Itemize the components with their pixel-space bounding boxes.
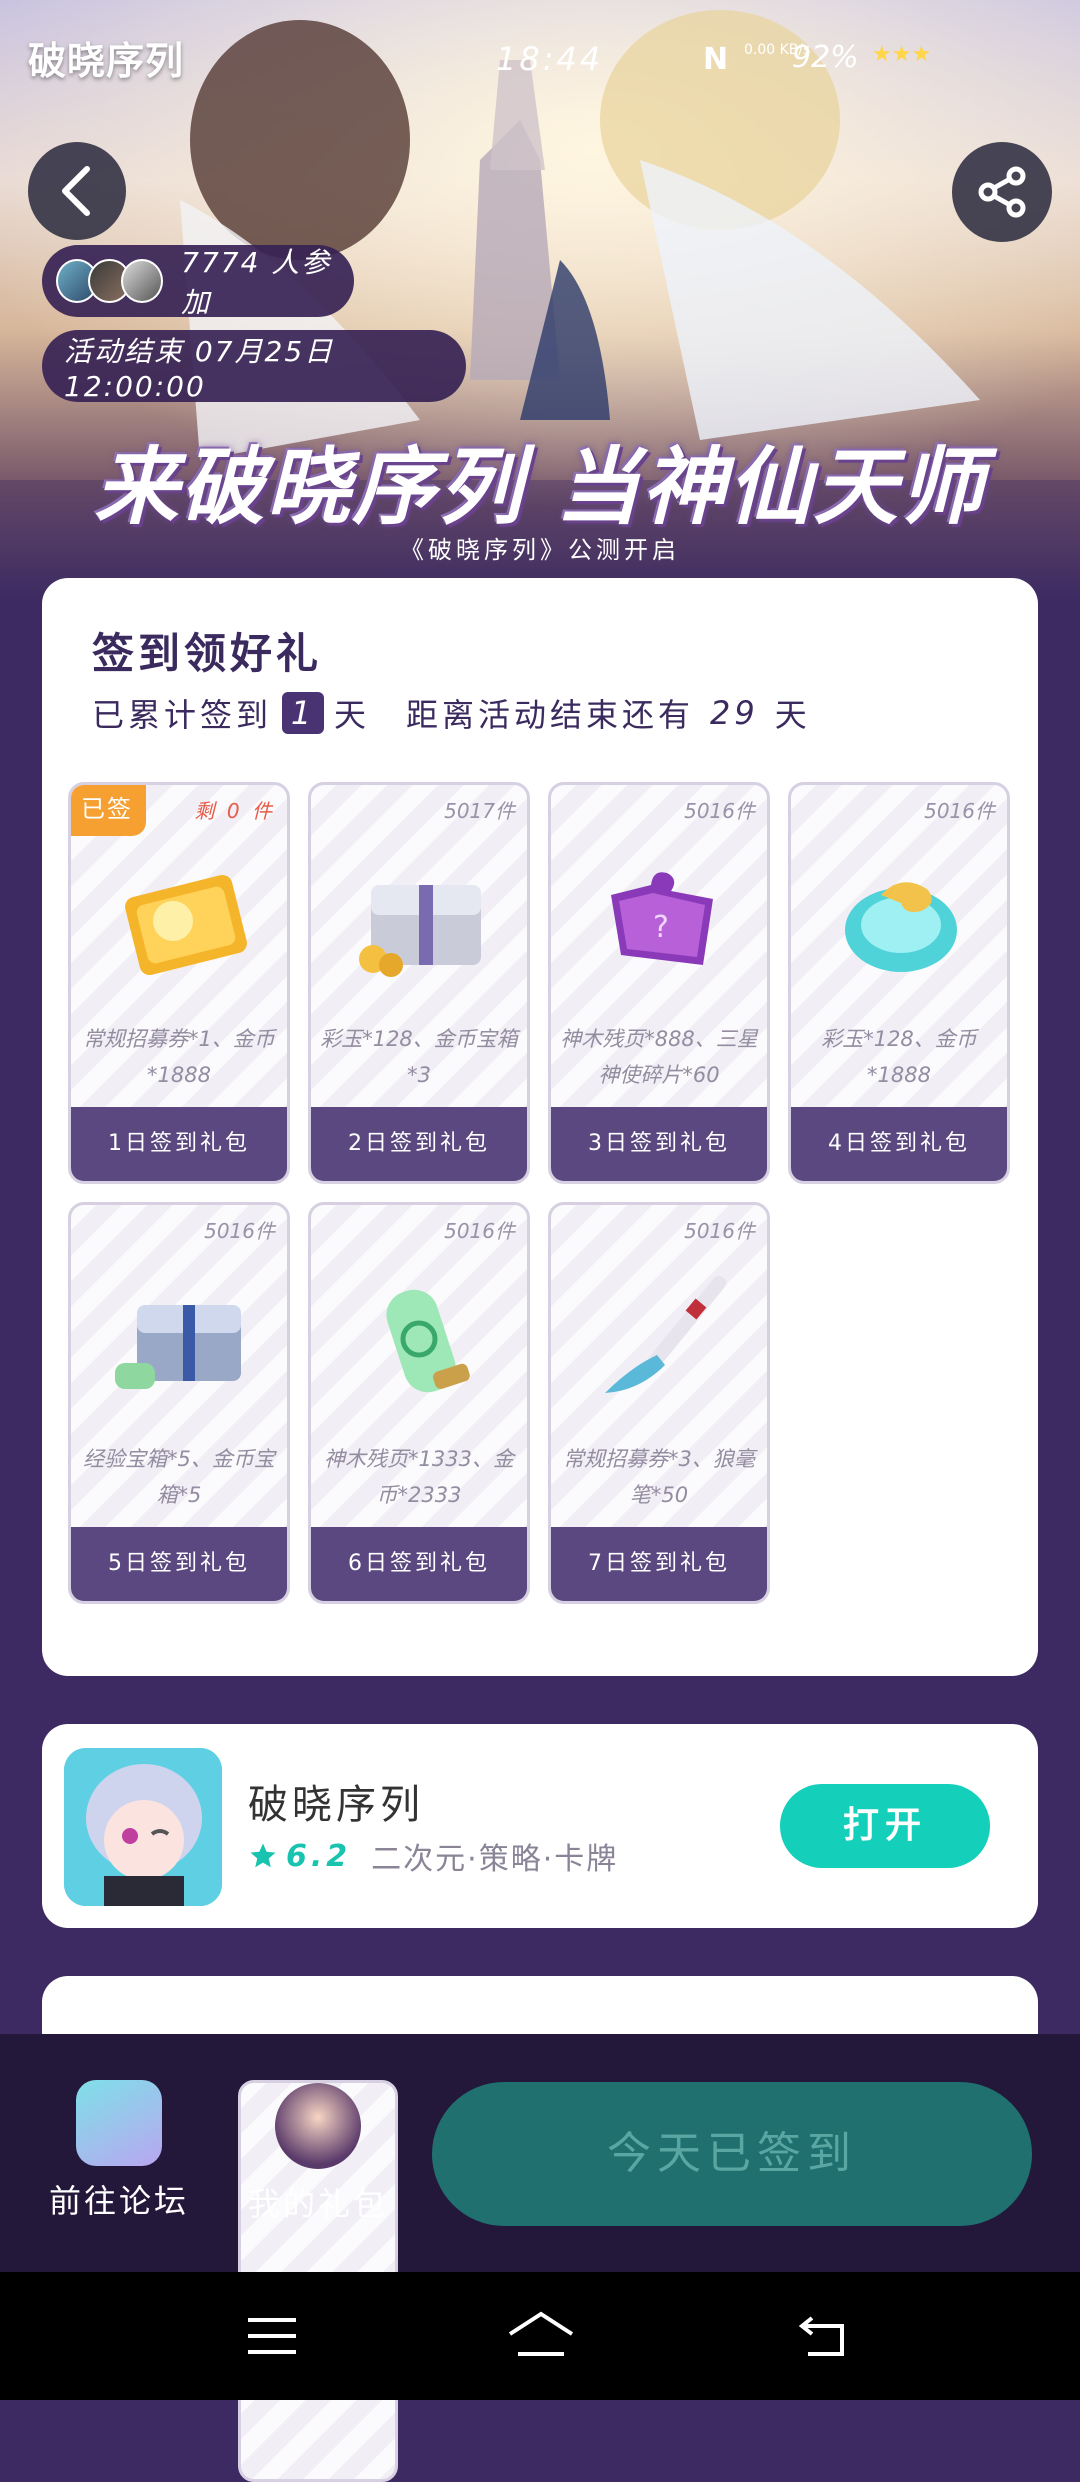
banner-title: 来破晓序列 当神仙天师 <box>94 438 986 536</box>
bottom-action-bar: 前往论坛 我的礼包 今天已签到 <box>0 2034 1080 2482</box>
share-icon <box>978 166 1026 218</box>
gift-label: 4日签到礼包 <box>791 1107 1007 1181</box>
my-gifts-label: 我的礼包 <box>247 2185 388 2223</box>
days-signed-badge: 1 <box>282 692 325 734</box>
back-nav-icon[interactable] <box>794 2306 854 2366</box>
checkin-summary: 已累计签到 1 天 距离活动结束还有 29 天 <box>92 690 811 736</box>
game-icon[interactable] <box>64 1748 222 1906</box>
game-character-icon <box>64 1748 222 1906</box>
gold-ticket-icon <box>125 875 247 975</box>
gift-desc: 神木残页*888、三星神使碎片*60 <box>560 1027 758 1087</box>
gift-card-day-6[interactable]: 5016件 神木残页*1333、金币*2333 6日签到礼包 <box>308 1202 530 1604</box>
gift-stock: 5016件 <box>444 1219 515 1243</box>
gift-bag-icon <box>275 2083 361 2169</box>
gift-desc: 神木残页*1333、金币*2333 <box>324 1447 514 1507</box>
svg-text:?: ? <box>653 910 669 945</box>
checked-in-button[interactable]: 今天已签到 <box>432 2082 1032 2226</box>
gift-stock: 5016件 <box>684 799 755 823</box>
gift-card-day-5[interactable]: 5016件 经验宝箱*5、金币宝箱*5 5日签到礼包 <box>68 1202 290 1604</box>
battery-level: 92% <box>792 40 859 75</box>
home-icon[interactable] <box>506 2306 576 2366</box>
summary-prefix: 已累计签到 <box>92 696 273 734</box>
game-tags: 二次元·策略·卡牌 <box>371 1842 619 1877</box>
participants-pill: 7774 人参加 <box>42 245 354 319</box>
clock: 18:44 <box>496 40 604 78</box>
gift-card-day-7[interactable]: 5016件 常规招募券*3、狼毫笔*50 7日签到礼包 <box>548 1202 770 1604</box>
gift-label: 2日签到礼包 <box>311 1107 527 1181</box>
gift-label: 1日签到礼包 <box>71 1107 287 1181</box>
hero-banner: 破晓序列 18:44 N 0.00 KB/s 92% ★★★ 7774 人参加 … <box>0 0 1080 600</box>
gift-label: 6日签到礼包 <box>311 1527 527 1601</box>
silver-chest-icon <box>359 885 481 977</box>
scroll-icon <box>386 1289 470 1393</box>
checkin-card: 签到领好礼 已累计签到 1 天 距离活动结束还有 29 天 已签 剩 0 件 常… <box>42 578 1038 1676</box>
star-icon <box>250 1843 276 1868</box>
gift-label: 5日签到礼包 <box>71 1527 287 1601</box>
event-end-time: 活动结束 07月25日 12:00:00 <box>42 330 466 403</box>
remaining-prefix: 距离活动结束还有 <box>406 696 695 734</box>
game-name: 破晓序列 <box>248 1782 424 1828</box>
network-icon: N <box>703 42 729 77</box>
system-nav-bar <box>0 2272 1080 2400</box>
chevron-left-icon <box>62 166 90 216</box>
gift-desc: 常规招募券*1、金币*1888 <box>83 1027 275 1087</box>
gift-desc: 常规招募券*3、狼毫笔*50 <box>563 1447 755 1507</box>
jade-icon <box>845 882 957 972</box>
gift-label: 3日签到礼包 <box>551 1107 767 1181</box>
checkin-title: 签到领好礼 <box>92 629 323 678</box>
brand-logo: 破晓序列 <box>28 39 185 83</box>
gift-card-day-4[interactable]: 5016件 彩玉*128、金币*1888 4日签到礼包 <box>788 782 1010 1184</box>
game-info-card[interactable]: 破晓序列 6.2 二次元·策略·卡牌 打开 <box>42 1724 1038 1928</box>
back-button[interactable] <box>28 142 126 240</box>
gift-stock: 5017件 <box>444 799 515 823</box>
share-button[interactable] <box>952 142 1052 242</box>
summary-unit: 天 <box>334 696 371 734</box>
exp-chest-icon <box>115 1305 241 1389</box>
gift-card-day-2[interactable]: 5017件 彩玉*128、金币宝箱*3 2日签到礼包 <box>308 782 530 1184</box>
status-bar: 破晓序列 18:44 N 0.00 KB/s 92% ★★★ <box>0 30 1080 90</box>
remaining-days: 29 <box>710 694 759 732</box>
menu-icon[interactable] <box>242 2306 302 2366</box>
gift-card-day-3[interactable]: 5016件 ? 神木残页*888、三星神使碎片*60 3日签到礼包 <box>548 782 770 1184</box>
brush-icon <box>605 1276 726 1393</box>
remaining-unit: 天 <box>774 696 811 734</box>
game-rating: 6.2 <box>286 1838 352 1874</box>
forum-icon <box>76 2080 162 2166</box>
gift-desc: 彩玉*128、金币*1888 <box>821 1027 977 1087</box>
gift-stock: 5016件 <box>684 1219 755 1243</box>
avatar <box>120 259 164 303</box>
forum-label: 前往论坛 <box>48 2182 189 2220</box>
signed-tag: 已签 <box>71 785 146 836</box>
gift-label: 7日签到礼包 <box>551 1527 767 1601</box>
puzzle-piece-icon: ? <box>611 872 713 965</box>
open-game-button[interactable]: 打开 <box>780 1784 990 1868</box>
banner-subtitle: 《破晓序列》公测开启 <box>400 536 680 564</box>
gift-stock: 剩 0 件 <box>194 799 275 823</box>
gift-stock: 5016件 <box>204 1219 275 1243</box>
star-indicator: ★★★ <box>872 42 932 67</box>
forum-button[interactable]: 前往论坛 <box>44 2080 194 2222</box>
gift-desc: 经验宝箱*5、金币宝箱*5 <box>83 1447 275 1507</box>
gift-stock: 5016件 <box>924 799 995 823</box>
game-meta: 6.2 二次元·策略·卡牌 <box>248 1834 618 1878</box>
gift-desc: 彩玉*128、金币宝箱*3 <box>320 1027 518 1087</box>
participants-count: 7774 人参加 <box>181 246 332 319</box>
gift-card-day-1[interactable]: 已签 剩 0 件 常规招募券*1、金币*1888 1日签到礼包 <box>68 782 290 1184</box>
